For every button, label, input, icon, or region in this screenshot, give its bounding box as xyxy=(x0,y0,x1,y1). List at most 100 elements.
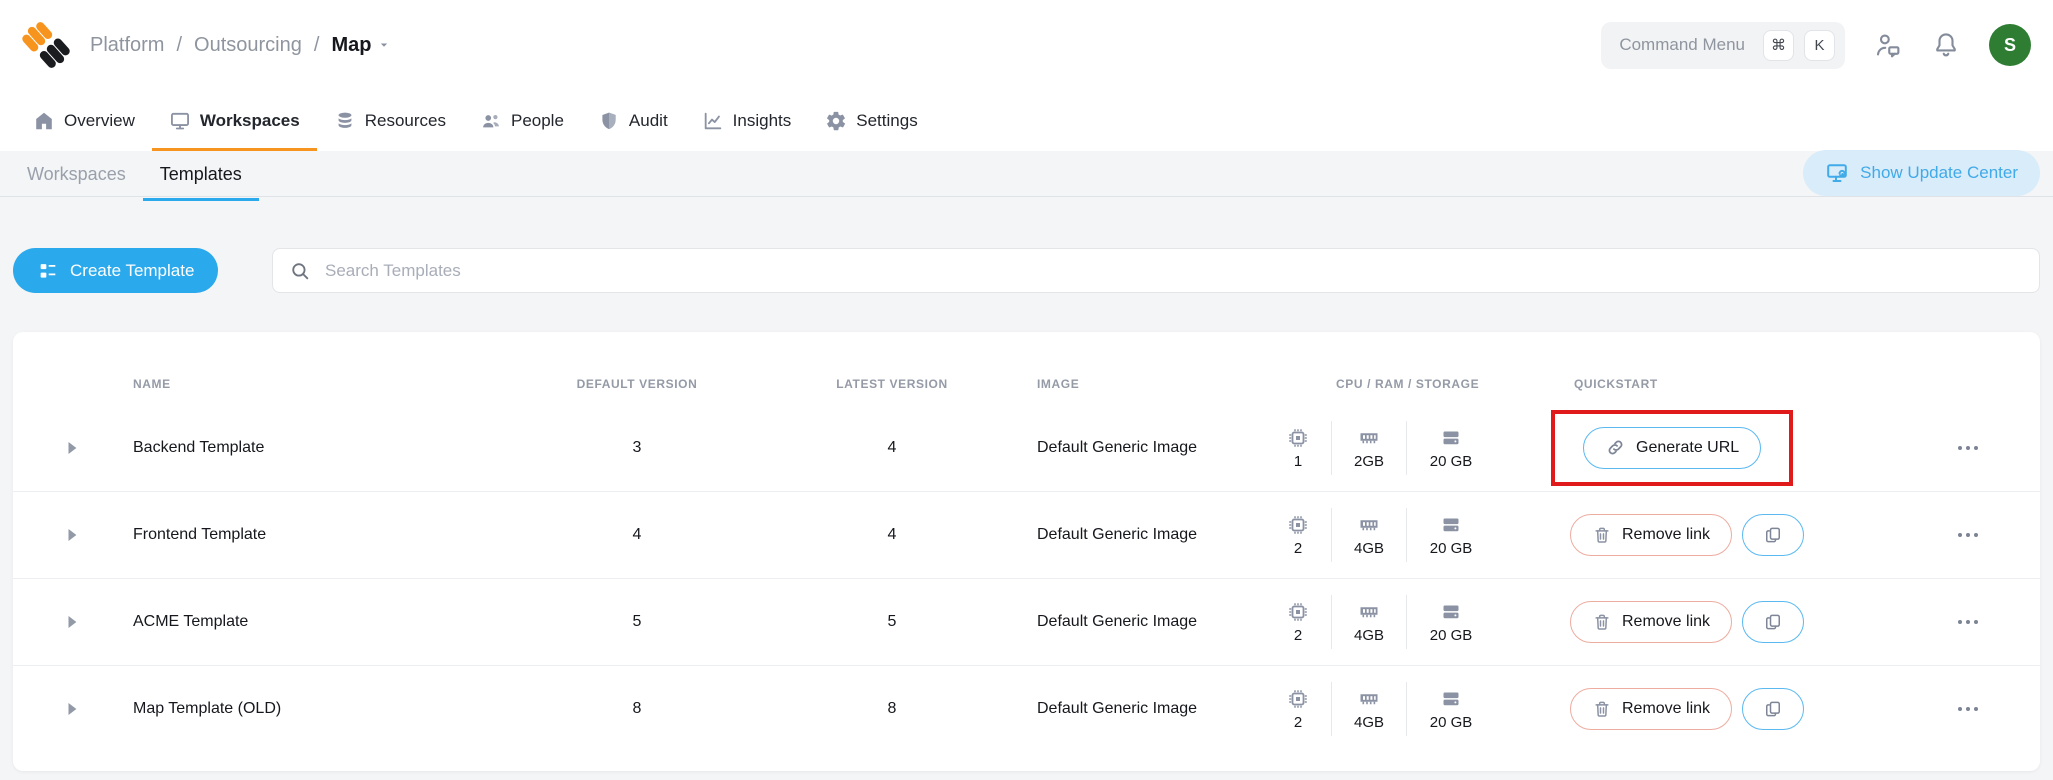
expand-row-button[interactable] xyxy=(57,527,87,543)
more-options-icon xyxy=(1974,620,1978,624)
image-value: Default Generic Image xyxy=(1037,439,1197,457)
storage-value: 20 GB xyxy=(1430,627,1473,644)
ram-spec: 4GB xyxy=(1332,600,1406,644)
annotation-highlight-box: Generate URL xyxy=(1551,410,1793,486)
subtab-templates[interactable]: Templates xyxy=(143,151,259,201)
templates-table: NAME DEFAULT VERSION LATEST VERSION IMAG… xyxy=(13,332,2040,771)
storage-value: 20 GB xyxy=(1430,453,1473,470)
row-more-options-button[interactable] xyxy=(1938,440,1998,456)
table-row: Frontend Template 4 4 Default Generic Im… xyxy=(13,491,2040,578)
column-header-latest-version: LATEST VERSION xyxy=(737,332,1047,404)
breadcrumb-current-dropdown[interactable]: Map xyxy=(331,34,391,57)
remove-link-button[interactable]: Remove link xyxy=(1570,514,1732,556)
column-header-image: IMAGE xyxy=(1037,332,1079,404)
main-nav: Overview Workspaces Resources xyxy=(0,90,2053,151)
latest-version-value: 4 xyxy=(737,439,1047,457)
copy-icon xyxy=(1763,699,1783,719)
database-icon xyxy=(334,110,356,132)
ram-icon xyxy=(1357,513,1381,537)
command-menu-label: Command Menu xyxy=(1619,35,1745,55)
people-icon xyxy=(480,110,502,132)
more-options-icon xyxy=(1966,533,1970,537)
support-chat-icon[interactable] xyxy=(1873,30,1903,60)
expand-row-button[interactable] xyxy=(57,614,87,630)
copy-link-button[interactable] xyxy=(1742,688,1804,730)
tab-label: Insights xyxy=(733,111,792,131)
ram-icon xyxy=(1357,600,1381,624)
column-header-quickstart: QUICKSTART xyxy=(1574,332,1658,404)
subtab-workspaces[interactable]: Workspaces xyxy=(10,151,143,201)
cpu-icon xyxy=(1286,600,1310,624)
row-more-options-button[interactable] xyxy=(1938,701,1998,717)
storage-spec: 20 GB xyxy=(1407,513,1495,557)
more-options-icon xyxy=(1958,620,1962,624)
breadcrumb: Platform / Outsourcing / Map xyxy=(90,34,391,57)
tab-label: People xyxy=(511,111,564,131)
ram-spec: 2GB xyxy=(1332,426,1406,470)
k-key-badge: K xyxy=(1804,30,1835,61)
remove-link-button[interactable]: Remove link xyxy=(1570,688,1732,730)
tab-workspaces[interactable]: Workspaces xyxy=(152,90,317,151)
tab-settings[interactable]: Settings xyxy=(808,90,934,151)
expand-row-button[interactable] xyxy=(57,701,87,717)
copy-icon xyxy=(1763,612,1783,632)
more-options-icon xyxy=(1974,707,1978,711)
chevron-down-icon xyxy=(377,38,391,52)
remove-link-button[interactable]: Remove link xyxy=(1570,601,1732,643)
tab-overview[interactable]: Overview xyxy=(16,90,152,151)
tab-resources[interactable]: Resources xyxy=(317,90,463,151)
storage-spec: 20 GB xyxy=(1407,687,1495,731)
cpu-spec: 2 xyxy=(1265,513,1331,557)
user-avatar[interactable]: S xyxy=(1989,24,2031,66)
row-more-options-button[interactable] xyxy=(1938,527,1998,543)
home-icon xyxy=(33,110,55,132)
storage-value: 20 GB xyxy=(1430,714,1473,731)
row-more-options-button[interactable] xyxy=(1938,614,1998,630)
more-options-icon xyxy=(1958,446,1962,450)
notifications-bell-icon[interactable] xyxy=(1931,30,1961,60)
tab-insights[interactable]: Insights xyxy=(685,90,809,151)
storage-icon xyxy=(1439,426,1463,450)
breadcrumb-current-label: Map xyxy=(331,34,371,57)
more-options-icon xyxy=(1958,533,1962,537)
tab-label: Resources xyxy=(365,111,446,131)
template-name: Frontend Template xyxy=(133,526,266,544)
trash-icon xyxy=(1592,612,1612,632)
copy-link-button[interactable] xyxy=(1742,514,1804,556)
cmd-key-badge: ⌘ xyxy=(1763,30,1794,61)
remove-link-label: Remove link xyxy=(1622,526,1710,544)
generate-url-button[interactable]: Generate URL xyxy=(1583,427,1761,469)
image-value: Default Generic Image xyxy=(1037,526,1197,544)
generate-url-label: Generate URL xyxy=(1636,439,1739,457)
ram-icon xyxy=(1357,687,1381,711)
cpu-spec: 1 xyxy=(1265,426,1331,470)
brand-logo-icon[interactable] xyxy=(20,19,72,71)
more-options-icon xyxy=(1974,446,1978,450)
quickstart-cell: Generate URL xyxy=(1551,410,1793,486)
tab-audit[interactable]: Audit xyxy=(581,90,685,151)
more-options-icon xyxy=(1966,446,1970,450)
specs-group: 1 2GB xyxy=(1265,421,1495,475)
breadcrumb-platform[interactable]: Platform xyxy=(90,34,164,57)
table-row: ACME Template 5 5 Default Generic Image … xyxy=(13,578,2040,665)
breadcrumb-outsourcing[interactable]: Outsourcing xyxy=(194,34,302,57)
sub-nav: Workspaces Templates xyxy=(10,151,259,201)
more-options-icon xyxy=(1966,707,1970,711)
search-templates-input[interactable] xyxy=(323,260,2023,282)
storage-spec: 20 GB xyxy=(1407,426,1495,470)
shield-icon xyxy=(598,110,620,132)
ram-value: 2GB xyxy=(1354,453,1384,470)
image-value: Default Generic Image xyxy=(1037,700,1197,718)
more-options-icon xyxy=(1958,707,1962,711)
storage-spec: 20 GB xyxy=(1407,600,1495,644)
create-template-button[interactable]: Create Template xyxy=(13,248,218,293)
quickstart-cell: Remove link xyxy=(1570,688,1804,730)
image-value: Default Generic Image xyxy=(1037,613,1197,631)
show-update-center-button[interactable]: Show Update Center xyxy=(1803,150,2040,196)
cpu-value: 2 xyxy=(1294,540,1302,557)
expand-row-button[interactable] xyxy=(57,440,87,456)
copy-icon xyxy=(1763,525,1783,545)
tab-people[interactable]: People xyxy=(463,90,581,151)
copy-link-button[interactable] xyxy=(1742,601,1804,643)
command-menu-button[interactable]: Command Menu ⌘ K xyxy=(1601,22,1845,69)
